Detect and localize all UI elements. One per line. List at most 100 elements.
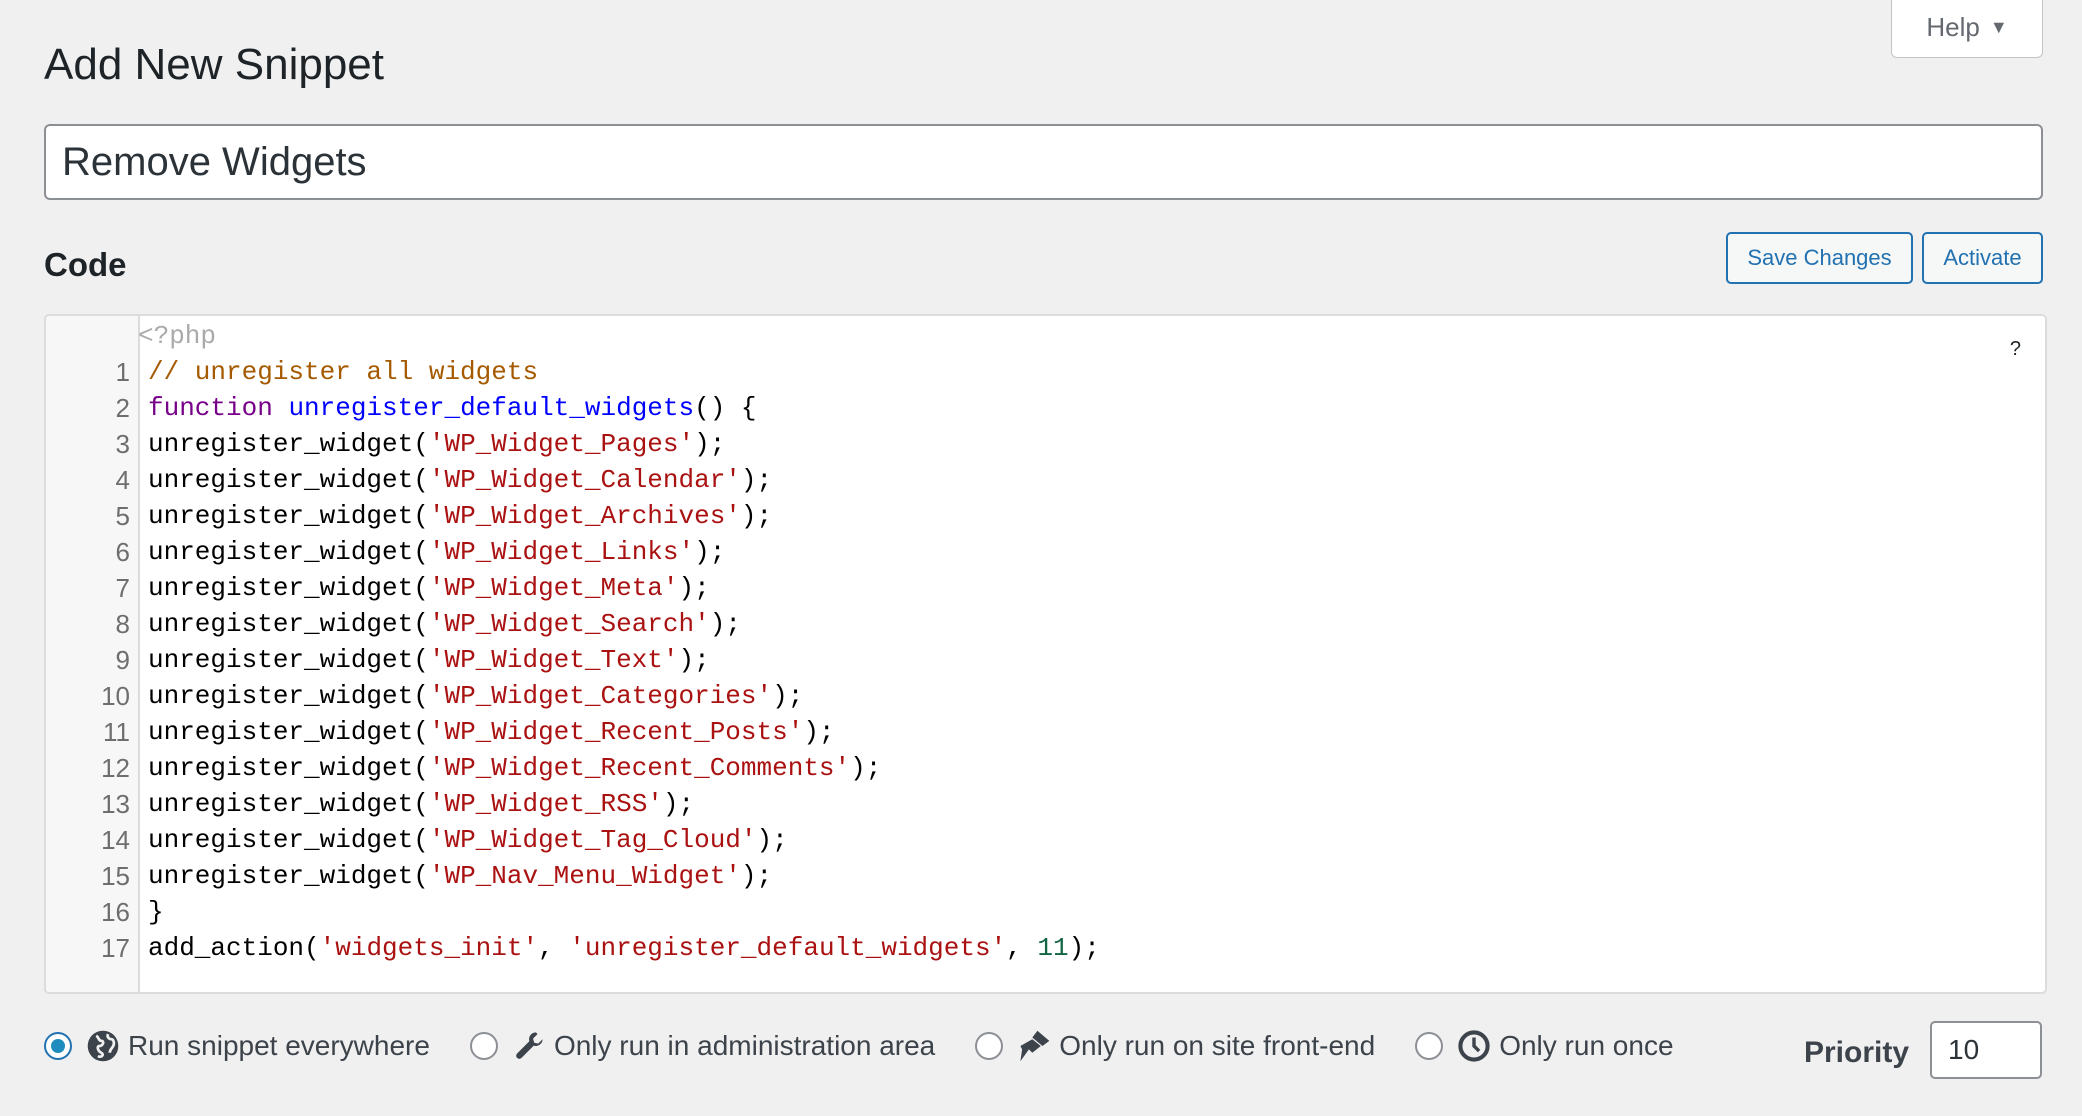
token: unregister_widget( bbox=[148, 537, 429, 567]
caret-down-icon: ▼ bbox=[1989, 17, 2008, 37]
code-text: function unregister_default_widgets() { bbox=[148, 390, 757, 426]
help-label: Help bbox=[1926, 12, 1980, 42]
activate-button[interactable]: Activate bbox=[1922, 232, 2043, 284]
scope-radio-group: Run snippet everywhere Only run in admin… bbox=[44, 1024, 1714, 1068]
code-line: 10 unregister_widget('WP_Widget_Categorie… bbox=[46, 678, 2045, 714]
scope-option-once[interactable]: Only run once bbox=[1415, 1029, 1674, 1063]
page-title: Add New Snippet bbox=[44, 40, 384, 89]
token-string: 'WP_Widget_Meta' bbox=[428, 573, 679, 603]
clock-icon bbox=[1458, 1030, 1490, 1062]
code-line: 3 unregister_widget('WP_Widget_Pages'); bbox=[46, 426, 2045, 462]
code-editor[interactable]: <?php ? 1// unregister all widgets 2 funct… bbox=[44, 314, 2047, 994]
scope-radio[interactable] bbox=[975, 1032, 1004, 1060]
token: ); bbox=[803, 717, 835, 747]
save-changes-button[interactable]: Save Changes bbox=[1726, 232, 1913, 284]
code-text: unregister_widget('WP_Widget_Meta'); bbox=[148, 570, 710, 606]
priority-input[interactable] bbox=[1930, 1021, 2042, 1079]
token: ); bbox=[678, 573, 710, 603]
scope-option-everywhere[interactable]: Run snippet everywhere bbox=[44, 1029, 430, 1063]
token: add_action( bbox=[148, 933, 320, 963]
code-text: unregister_widget('WP_Widget_Categories'… bbox=[148, 678, 803, 714]
code-text: unregister_widget('WP_Widget_Links'); bbox=[148, 534, 725, 570]
code-line: 4 unregister_widget('WP_Widget_Calendar')… bbox=[46, 462, 2045, 498]
token: unregister_widget( bbox=[148, 501, 429, 531]
code-line: 12 unregister_widget('WP_Widget_Recent_Co… bbox=[46, 750, 2045, 786]
code-line: 6 unregister_widget('WP_Widget_Links'); bbox=[46, 534, 2045, 570]
token: unregister_widget( bbox=[148, 861, 429, 891]
code-line: 13 unregister_widget('WP_Widget_RSS'); bbox=[46, 786, 2045, 822]
token-string: 'WP_Widget_Recent_Comments' bbox=[428, 753, 851, 783]
code-line: 5 unregister_widget('WP_Widget_Archives')… bbox=[46, 498, 2045, 534]
line-number: 5 bbox=[115, 501, 130, 531]
code-text: unregister_widget('WP_Widget_Tag_Cloud')… bbox=[148, 822, 788, 858]
line-number: 10 bbox=[101, 681, 130, 711]
line-number: 13 bbox=[101, 789, 130, 819]
token-keyword: function bbox=[148, 393, 273, 423]
line-number: 17 bbox=[101, 933, 130, 963]
scope-label: Only run in administration area bbox=[553, 1030, 936, 1061]
paintbrush-icon bbox=[1020, 1030, 1050, 1062]
token: unregister_widget( bbox=[148, 429, 429, 459]
code-line: 7 unregister_widget('WP_Widget_Meta'); bbox=[46, 570, 2045, 606]
code-text: unregister_widget('WP_Widget_Recent_Comm… bbox=[148, 750, 881, 786]
token: unregister_widget( bbox=[148, 465, 429, 495]
line-number: 1 bbox=[115, 357, 130, 387]
scope-radio[interactable] bbox=[44, 1032, 72, 1060]
scope-radio[interactable] bbox=[469, 1032, 498, 1060]
token: unregister_widget( bbox=[148, 717, 429, 747]
token: ); bbox=[850, 753, 882, 783]
token: } bbox=[148, 897, 164, 927]
token: unregister_widget( bbox=[148, 573, 429, 603]
token-def: unregister_default_widgets bbox=[288, 393, 695, 423]
token: ); bbox=[694, 429, 726, 459]
scope-option-front-end[interactable]: Only run on site front-end bbox=[975, 1029, 1375, 1063]
wrench-icon bbox=[516, 1032, 543, 1059]
token: unregister_widget( bbox=[148, 645, 429, 675]
code-line: 8 unregister_widget('WP_Widget_Search'); bbox=[46, 606, 2045, 642]
token: ); bbox=[740, 465, 773, 495]
code-text: } bbox=[148, 894, 164, 930]
line-number: 2 bbox=[115, 393, 130, 423]
token-string: 'WP_Widget_Recent_Posts' bbox=[428, 717, 804, 747]
line-number: 4 bbox=[115, 465, 130, 495]
token-comment: // unregister all widgets bbox=[148, 357, 539, 387]
token-string: 'WP_Widget_Links' bbox=[428, 537, 695, 567]
line-number: 14 bbox=[101, 825, 130, 855]
scope-option-admin[interactable]: Only run in administration area bbox=[469, 1029, 936, 1063]
token-string: 'WP_Widget_Categories' bbox=[428, 681, 773, 711]
token: unregister_widget( bbox=[148, 789, 429, 819]
token: ); bbox=[678, 645, 710, 675]
line-number: 3 bbox=[115, 429, 130, 459]
token: unregister_widget( bbox=[148, 825, 429, 855]
token-string: 'WP_Nav_Menu_Widget' bbox=[428, 861, 741, 891]
token: unregister_widget( bbox=[148, 681, 429, 711]
code-line: 9 unregister_widget('WP_Widget_Text'); bbox=[46, 642, 2045, 678]
line-number: 15 bbox=[101, 861, 130, 891]
token: ); bbox=[740, 501, 773, 531]
token-string: 'unregister_default_widgets' bbox=[569, 933, 1007, 963]
code-text: unregister_widget('WP_Widget_Pages'); bbox=[148, 426, 725, 462]
line-number: 6 bbox=[115, 537, 130, 567]
snippet-title-input[interactable] bbox=[44, 124, 2043, 200]
token: unregister_widget( bbox=[148, 609, 429, 639]
line-number: 12 bbox=[101, 753, 130, 783]
help-tab-button[interactable]: Help ▼ bbox=[1891, 0, 2043, 58]
token-number: 11 bbox=[1037, 933, 1069, 963]
token-string: 'WP_Widget_RSS' bbox=[428, 789, 663, 819]
token: , bbox=[1006, 933, 1038, 963]
token-string: 'WP_Widget_Archives' bbox=[428, 501, 741, 531]
token-string: 'WP_Widget_Search' bbox=[428, 609, 710, 639]
token: ); bbox=[709, 609, 741, 639]
line-number: 8 bbox=[115, 609, 130, 639]
code-text: unregister_widget('WP_Widget_Search'); bbox=[148, 606, 741, 642]
code-line: 15 unregister_widget('WP_Nav_Menu_Widget'… bbox=[46, 858, 2045, 894]
token-string: 'WP_Widget_Calendar' bbox=[428, 465, 741, 495]
scope-radio[interactable] bbox=[1415, 1032, 1444, 1060]
token-string: 'WP_Widget_Pages' bbox=[428, 429, 695, 459]
code-text: unregister_widget('WP_Widget_Text'); bbox=[148, 642, 710, 678]
code-text: unregister_widget('WP_Widget_Calendar'); bbox=[148, 462, 772, 498]
line-number: 7 bbox=[115, 573, 130, 603]
line-number: 11 bbox=[103, 717, 130, 747]
scope-label: Run snippet everywhere bbox=[128, 1030, 430, 1061]
globe-icon bbox=[87, 1030, 119, 1062]
